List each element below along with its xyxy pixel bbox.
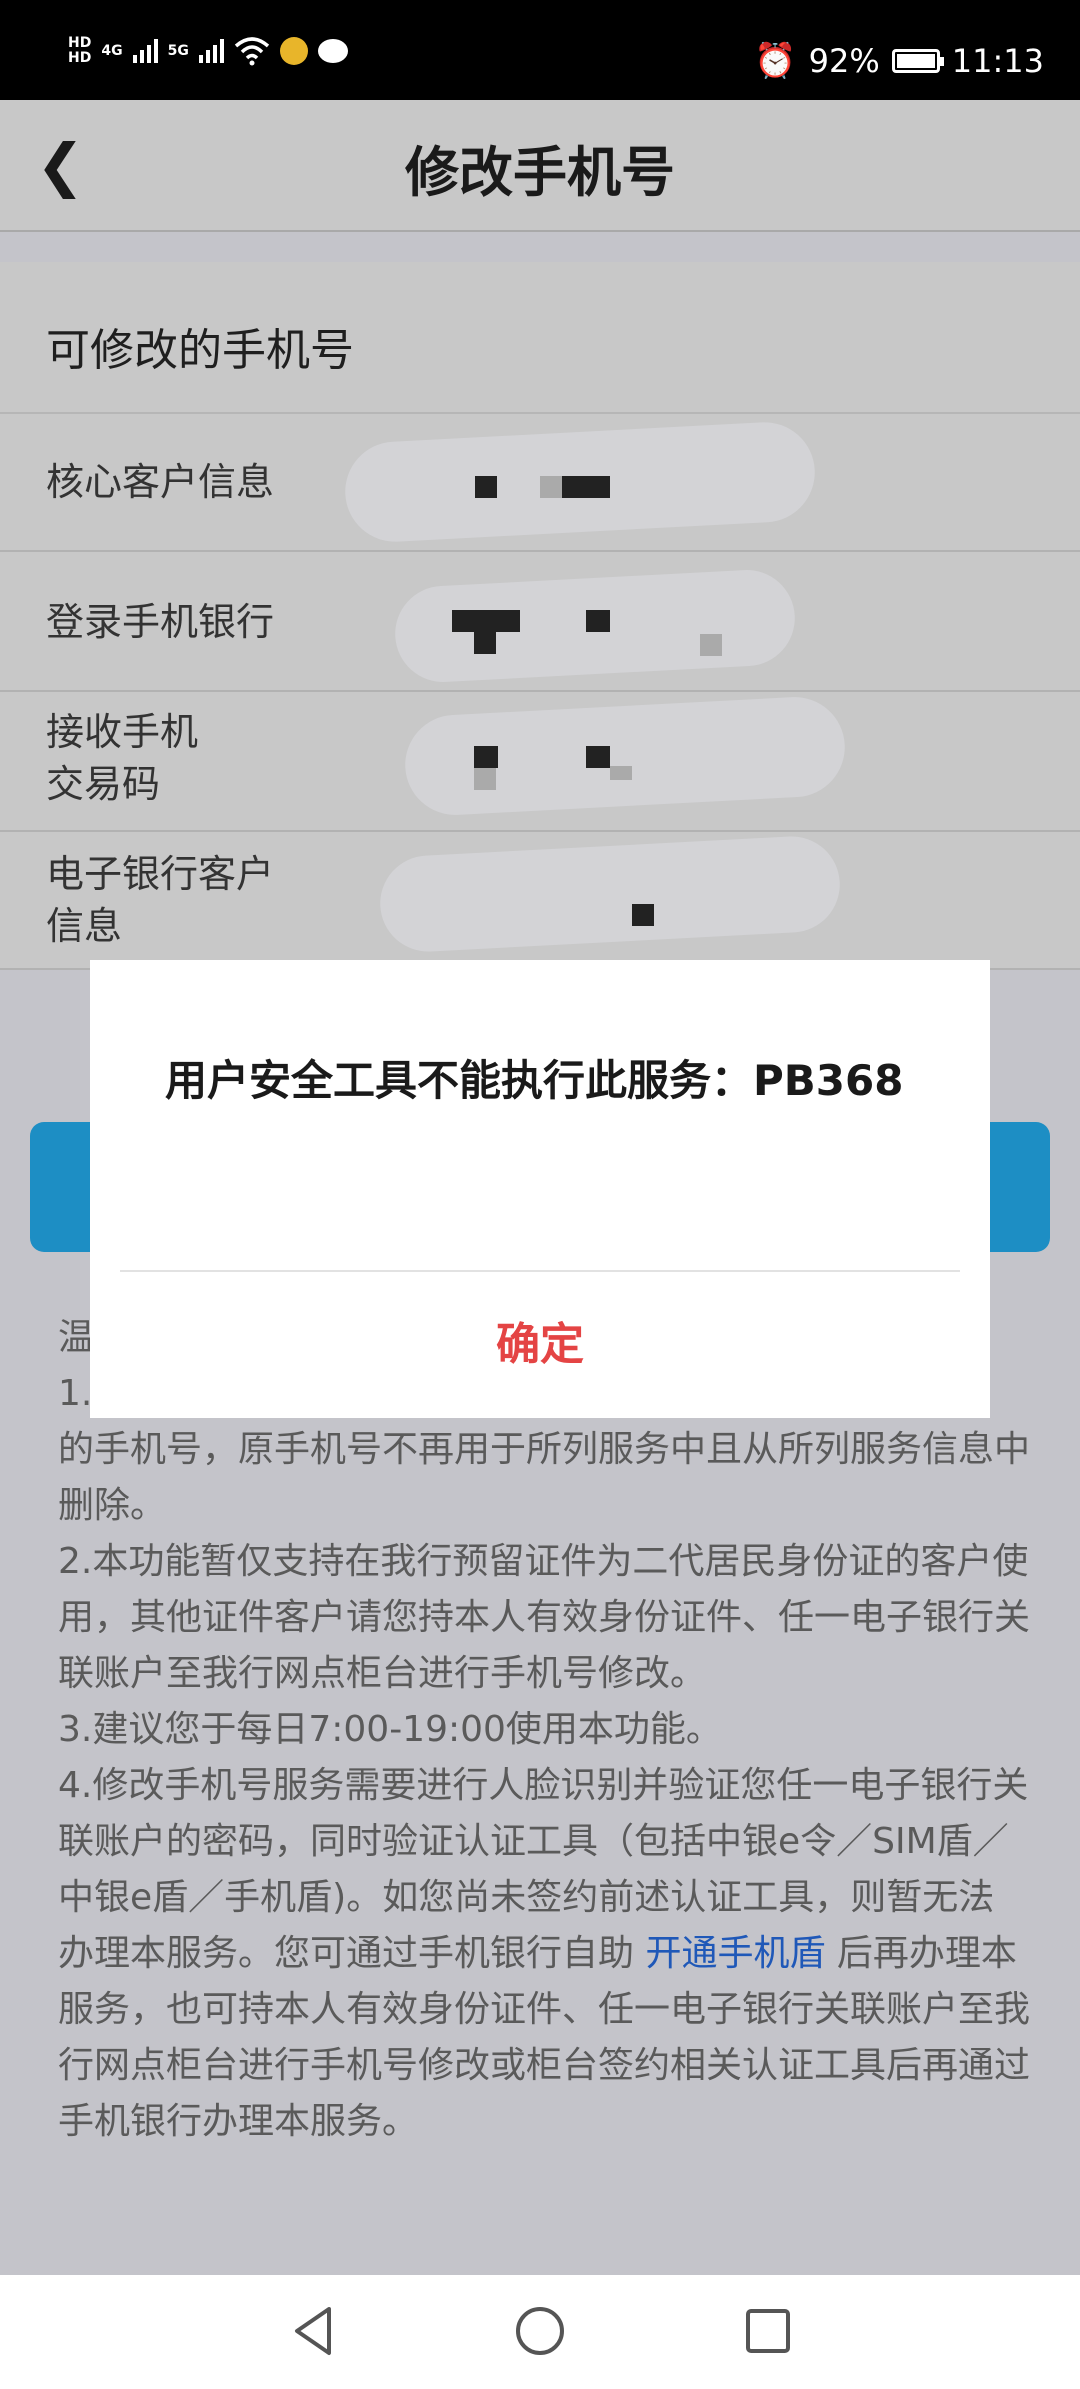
home-circle-icon[interactable] [512,2303,568,2359]
signal-icon-2 [198,39,224,63]
section-header: 可修改的手机号 [0,262,1080,414]
redaction-pixel [610,766,632,780]
row-core-customer: 核心客户信息 [0,414,1080,552]
open-mobile-shield-link[interactable]: 开通手机盾 [645,1933,825,1974]
redaction [402,694,848,818]
status-left: HD HD 4G 5G [68,36,348,66]
alarm-icon: ⏰ [754,41,797,81]
row-label: 电子银行客户 信息 [46,852,275,948]
net1-label: 4G [101,43,123,59]
tip-1-start: 1. [58,1373,93,1414]
battery-icon [891,49,944,73]
tips-head: 温 [58,1317,95,1358]
row-receive-sms-code: 接收手机 交易码 [0,692,1080,832]
redaction [377,834,843,954]
shield-icon [279,37,308,65]
redaction-pixel [474,768,496,790]
row-label: 核心客户信息 [46,460,275,504]
row-e-banking-customer: 电子银行客户 信息 [0,832,1080,970]
redaction-pixel [474,746,498,768]
dialog-message: 用户安全工具不能执行此服务：PB368 [165,1056,904,1105]
confirm-button[interactable]: 确定 [90,1272,990,1418]
message-icon [317,39,348,63]
clock: 11:13 [951,42,1044,80]
status-bar: HD HD 4G 5G ⏰ 92% 11:13 [0,0,1080,100]
redaction-pixel [562,476,610,498]
redaction-pixel [632,904,654,926]
page-title: 修改手机号 [405,141,675,204]
redaction-pixel [540,476,562,498]
tip-4: 4.修改手机号服务需要进行人脸识别并验证您任一电子银行关联账户的密码，同时验证认… [58,1758,1030,2150]
tips-section: 温 1. 的手机号，原手机号不再用于所列服务中且从所列服务信息中删除。 2.本功… [58,1310,1030,2150]
battery-percent: 92% [808,42,880,80]
signal-icon [132,39,158,63]
system-nav-bar [0,2275,1080,2389]
recents-square-icon[interactable] [740,2303,796,2359]
redaction-pixel [452,610,520,632]
status-right: ⏰ 92% 11:13 [754,42,1044,80]
row-label: 接收手机 交易码 [46,710,199,806]
hd-indicator: HD HD [68,36,91,66]
row-login-mobile-banking: 登录手机银行 [0,552,1080,692]
alert-dialog: 用户安全工具不能执行此服务：PB368 确定 [90,960,990,1418]
hd2-label: HD [68,50,92,66]
redaction-pixel [586,610,610,632]
tip-3: 3.建议您于每日7:00-19:00使用本功能。 [58,1709,722,1750]
redaction-pixel [700,634,722,656]
tip-1: 的手机号，原手机号不再用于所列服务中且从所列服务信息中删除。 [58,1429,1031,1526]
redaction-pixel [475,476,497,498]
redaction-pixel [586,746,610,768]
tip-2: 2.本功能暂仅支持在我行预留证件为二代居民身份证的客户使用，其他证件客户请您持本… [58,1541,1031,1694]
net2-label: 5G [167,43,189,59]
section-title: 可修改的手机号 [46,325,354,376]
back-triangle-icon[interactable] [285,2303,341,2359]
hd1-label: HD [68,35,92,51]
redaction-pixel [474,632,496,654]
app-header: ❮ 修改手机号 [0,100,1080,232]
wifi-icon [234,37,269,66]
row-label: 登录手机银行 [46,600,275,644]
